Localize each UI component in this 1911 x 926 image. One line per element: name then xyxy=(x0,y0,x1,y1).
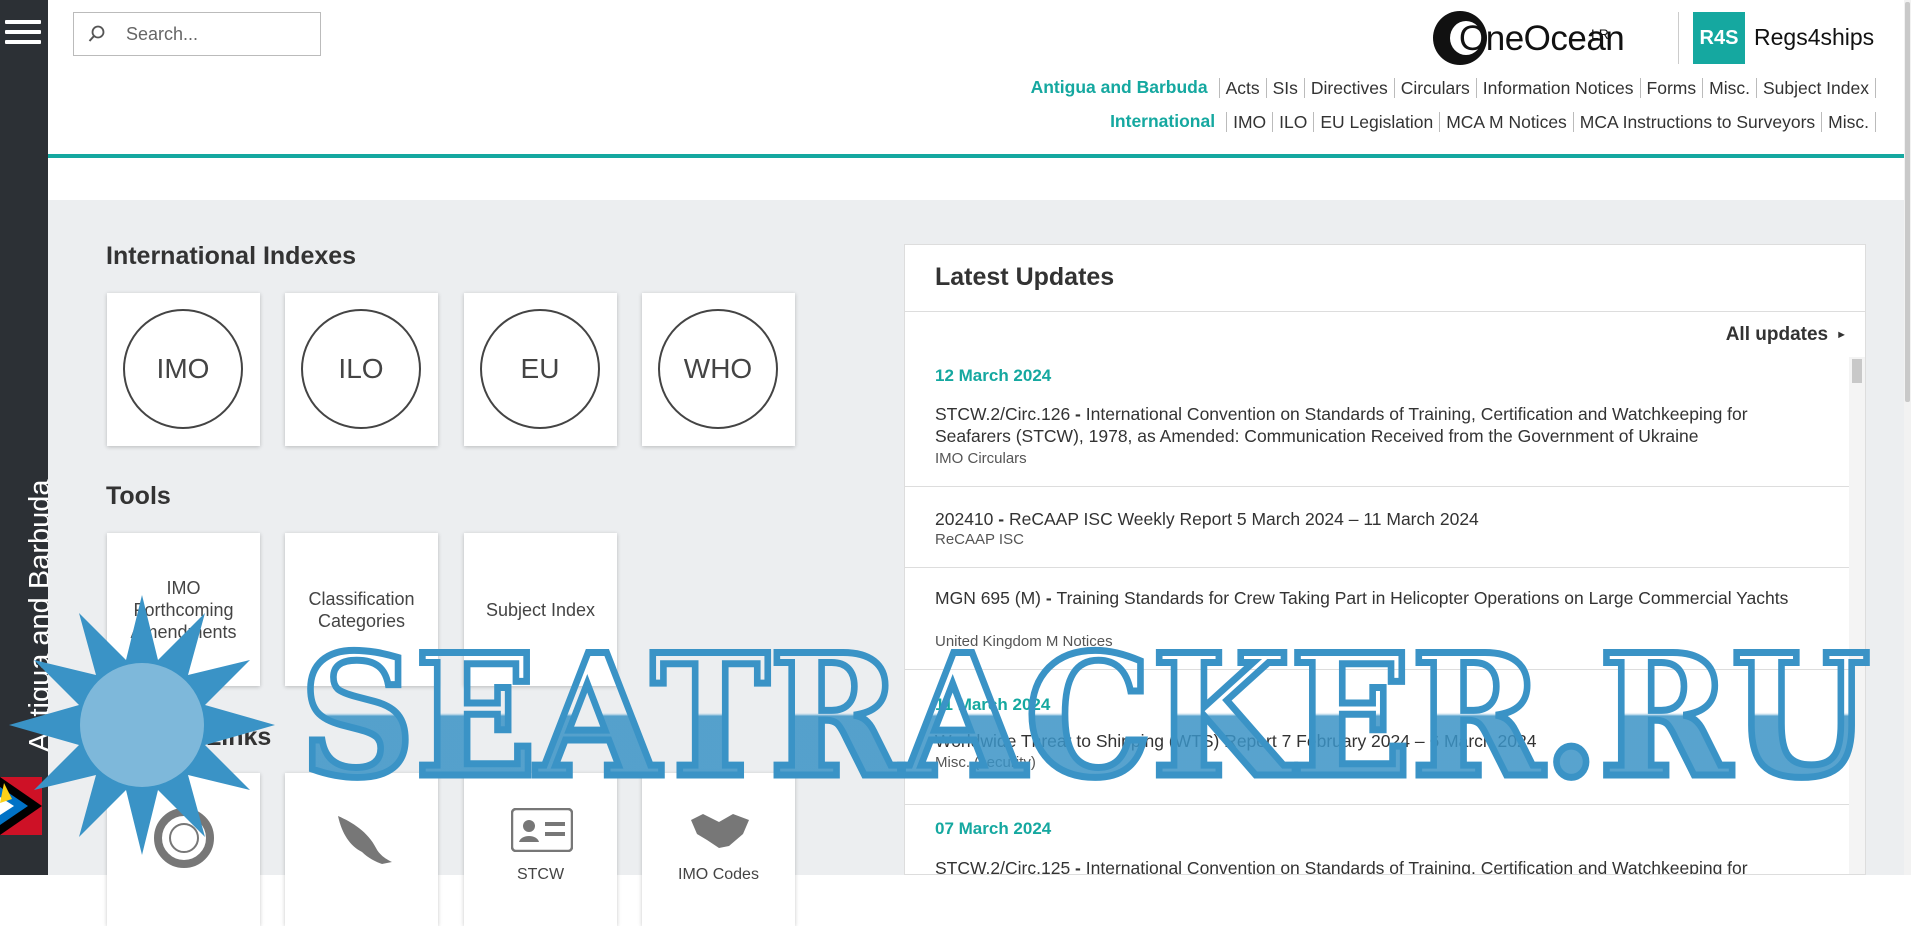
antigua-flag-icon xyxy=(0,777,42,835)
update-ref: 202410 xyxy=(935,509,994,529)
update-ref: MGN 695 (M) xyxy=(935,588,1041,608)
latest-updates-title: Latest Updates xyxy=(935,263,1115,291)
update-item[interactable]: MGN 695 (M) - Training Standards for Cre… xyxy=(905,568,1849,670)
national-nav: Antigua and Barbuda Acts SIs Directives … xyxy=(1031,77,1876,98)
tools-title: Tools xyxy=(106,482,171,510)
brand-divider xyxy=(1678,12,1679,64)
tool-tile-subject-index[interactable]: Subject Index xyxy=(464,533,617,686)
update-title: ReCAAP ISC Weekly Report 5 March 2024 – … xyxy=(1008,509,1479,529)
oneocean-logo[interactable]: OneOcean LR xyxy=(1433,8,1625,68)
nav-ilo[interactable]: ILO xyxy=(1272,111,1313,132)
tool-classification-label: Classification Categories xyxy=(308,588,415,631)
popular-tile-stcw[interactable]: STCW xyxy=(464,773,617,926)
handshake-icon xyxy=(691,814,749,848)
search-input[interactable] xyxy=(124,21,309,47)
index-tile-imo[interactable]: IMO xyxy=(107,293,260,446)
nav-intl-misc[interactable]: Misc. xyxy=(1821,111,1876,132)
side-rail: Antigua and Barbuda xyxy=(0,0,56,875)
update-source: ReCAAP ISC xyxy=(935,531,1024,548)
popular-title: Popular Links xyxy=(106,723,272,751)
tool-subject-index-label: Subject Index xyxy=(485,599,596,620)
nav-international-label[interactable]: International xyxy=(1110,111,1215,132)
nav-sis[interactable]: SIs xyxy=(1265,77,1304,98)
nav-mca-m-notices[interactable]: MCA M Notices xyxy=(1439,111,1573,132)
update-date: 07 March 2024 xyxy=(935,819,1052,838)
indexes-title: International Indexes xyxy=(106,242,357,270)
updates-scrollbar-thumb[interactable] xyxy=(1852,359,1862,383)
nav-country-label[interactable]: Antigua and Barbuda xyxy=(1031,77,1208,98)
search-icon xyxy=(88,25,105,42)
nav-forms[interactable]: Forms xyxy=(1639,77,1703,98)
r4s-logo-badge[interactable]: R4S xyxy=(1693,12,1745,64)
nav-circulars[interactable]: Circulars xyxy=(1393,77,1476,98)
index-tile-ilo[interactable]: ILO xyxy=(285,293,438,446)
nav-imo[interactable]: IMO xyxy=(1226,111,1272,132)
lifebuoy-icon xyxy=(154,808,214,868)
all-updates-label[interactable]: All updates xyxy=(1726,324,1828,345)
index-tile-who[interactable]: WHO xyxy=(642,293,795,446)
index-ilo-label: ILO xyxy=(301,309,421,429)
tool-tile-classification[interactable]: Classification Categories xyxy=(285,533,438,686)
nav-mca-instructions[interactable]: MCA Instructions to Surveyors xyxy=(1572,111,1821,132)
update-item[interactable]: 202410 - ReCAAP ISC Weekly Report 5 Marc… xyxy=(905,487,1849,568)
update-date: 12 March 2024 xyxy=(935,366,1052,385)
nav-directives[interactable]: Directives xyxy=(1303,77,1394,98)
index-who-label: WHO xyxy=(658,309,778,429)
popular-tile-imo-codes[interactable]: IMO Codes xyxy=(642,773,795,926)
regs4ships-wordmark[interactable]: Regs4ships xyxy=(1754,24,1874,51)
header-divider xyxy=(48,154,1904,158)
update-text[interactable]: STCW.2/Circ.126 - International Conventi… xyxy=(935,403,1809,447)
index-imo-label: IMO xyxy=(123,309,243,429)
update-title: Training Standards for Crew Taking Part … xyxy=(1056,588,1789,608)
update-dash: - xyxy=(1070,404,1086,424)
update-item[interactable]: STCW.2/Circ.125 - International Conventi… xyxy=(905,851,1849,875)
nav-information-notices[interactable]: Information Notices xyxy=(1475,77,1640,98)
tool-tile-imo-amendments[interactable]: IMO Forthcoming Amendments xyxy=(107,533,260,686)
popular-tile-lifebuoy[interactable] xyxy=(107,773,260,926)
caret-right-icon: ► xyxy=(1836,329,1847,341)
update-text[interactable]: Worldwide Threat to Shipping (WTS) Repor… xyxy=(935,730,1809,752)
nav-subject-index[interactable]: Subject Index xyxy=(1755,77,1876,98)
popular-tile-fish[interactable] xyxy=(285,773,438,926)
update-source: Misc. (security) xyxy=(935,754,1036,771)
update-dash: - xyxy=(1040,588,1057,608)
update-ref: STCW.2/Circ.126 xyxy=(935,404,1071,424)
latest-updates-panel: Latest Updates All updates ► 12 March 202… xyxy=(904,244,1866,875)
page-scrollbar[interactable] xyxy=(1904,0,1911,875)
index-tile-eu[interactable]: EU xyxy=(464,293,617,446)
update-date: 11 March 2024 xyxy=(935,695,1051,714)
update-title: International Convention on Standards of… xyxy=(1085,858,1748,875)
nav-acts[interactable]: Acts xyxy=(1218,77,1266,98)
updates-header-divider xyxy=(905,311,1865,312)
international-nav: International IMO ILO EU Legislation MCA… xyxy=(1110,111,1876,132)
update-ref: STCW.2/Circ.125 xyxy=(935,858,1071,875)
index-eu-label: EU xyxy=(480,309,600,429)
update-source: IMO Circulars xyxy=(935,450,1027,467)
tool-imo-amendments-label: IMO Forthcoming Amendments xyxy=(130,577,237,642)
page-scrollbar-thumb[interactable] xyxy=(1905,2,1910,402)
updates-scrollbar[interactable] xyxy=(1849,357,1865,874)
menu-icon[interactable] xyxy=(5,20,41,52)
update-text[interactable]: 202410 - ReCAAP ISC Weekly Report 5 Marc… xyxy=(935,508,1809,530)
id-card-icon xyxy=(511,808,573,852)
lr-mark: LR xyxy=(1591,26,1609,42)
nav-eu-legislation[interactable]: EU Legislation xyxy=(1313,111,1439,132)
all-updates-link[interactable]: All updates ► xyxy=(1726,324,1847,346)
update-source: United Kingdom M Notices xyxy=(935,633,1113,650)
update-text[interactable]: STCW.2/Circ.125 - International Conventi… xyxy=(935,857,1809,875)
fish-icon xyxy=(338,816,392,864)
update-dash: - xyxy=(1070,858,1086,875)
update-text[interactable]: MGN 695 (M) - Training Standards for Cre… xyxy=(935,587,1809,609)
update-item[interactable]: STCW.2/Circ.126 - International Conventi… xyxy=(905,398,1849,487)
site-header: OneOcean LR R4S Regs4ships Antigua and B… xyxy=(48,0,1904,158)
search-box[interactable] xyxy=(73,12,321,56)
update-dash: - xyxy=(993,509,1009,529)
update-item[interactable]: Worldwide Threat to Shipping (WTS) Repor… xyxy=(905,725,1849,805)
nav-misc[interactable]: Misc. xyxy=(1702,77,1756,98)
